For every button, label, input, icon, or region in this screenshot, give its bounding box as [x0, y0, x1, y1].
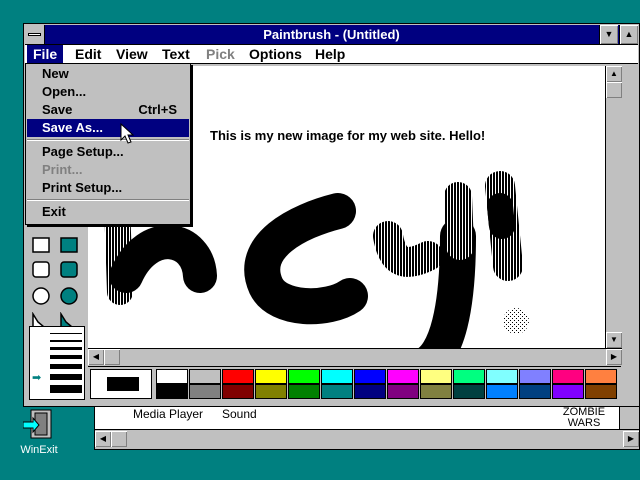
color-swatch[interactable]: [387, 384, 419, 399]
background-window-scrollbar[interactable]: ◀ ▶: [95, 429, 639, 449]
menu-file[interactable]: File: [27, 45, 64, 64]
line-width-selector[interactable]: ➡: [29, 326, 85, 400]
color-swatch[interactable]: [486, 369, 518, 384]
color-swatch[interactable]: [486, 384, 518, 399]
media-player-label[interactable]: Media Player: [133, 407, 203, 421]
filled-rounded-box-icon: [60, 261, 78, 278]
menu-bar: File Edit View Text Pick Options Help: [25, 45, 638, 64]
menu-separator: [27, 139, 189, 141]
rounded-box-tool[interactable]: [30, 260, 54, 282]
filled-circle-icon: [60, 287, 78, 305]
line-width-option[interactable]: [50, 333, 82, 334]
color-swatch[interactable]: [189, 384, 221, 399]
vertical-scrollbar[interactable]: ▲ ▼: [605, 66, 622, 348]
save-shortcut: Ctrl+S: [138, 102, 177, 117]
menu-options[interactable]: Options: [243, 45, 308, 64]
color-swatch[interactable]: [156, 384, 188, 399]
winexit-desktop-icon[interactable]: WinExit: [14, 408, 64, 458]
color-swatch[interactable]: [420, 384, 452, 399]
sound-label[interactable]: Sound: [222, 407, 257, 421]
scroll-left-button[interactable]: ◀: [95, 431, 111, 447]
color-swatch[interactable]: [420, 369, 452, 384]
line-width-option[interactable]: [50, 385, 82, 393]
color-swatch[interactable]: [453, 384, 485, 399]
color-swatch[interactable]: [585, 369, 617, 384]
filled-box-icon: [60, 237, 78, 253]
scroll-thumb[interactable]: [111, 431, 127, 447]
color-swatch[interactable]: [354, 384, 386, 399]
file-menu-dropdown: New Open... Save Ctrl+S Save As... Page S…: [25, 63, 191, 225]
line-width-option[interactable]: [50, 340, 82, 342]
color-swatch[interactable]: [453, 369, 485, 384]
color-swatch[interactable]: [519, 384, 551, 399]
horizontal-scroll-thumb[interactable]: [104, 349, 120, 365]
color-swatch[interactable]: [288, 369, 320, 384]
horizontal-scrollbar[interactable]: ◀ ▶: [88, 348, 622, 365]
box-icon: [32, 237, 50, 253]
color-palette: [88, 366, 621, 400]
scroll-down-button[interactable]: ▼: [606, 332, 622, 348]
circle-icon: [32, 287, 50, 305]
scroll-left-button[interactable]: ◀: [88, 349, 104, 365]
menu-item-open[interactable]: Open...: [27, 83, 189, 101]
winexit-label: WinExit: [20, 444, 58, 456]
menu-item-print[interactable]: Print...: [27, 161, 189, 179]
box-tool[interactable]: [30, 236, 54, 258]
door-exit-icon: [23, 409, 52, 439]
color-swatch[interactable]: [552, 369, 584, 384]
color-swatch[interactable]: [222, 384, 254, 399]
color-swatch[interactable]: [519, 369, 551, 384]
line-width-option[interactable]: [50, 374, 82, 380]
title-bar[interactable]: Paintbrush - (Untitled) ▼ ▲: [25, 25, 638, 45]
scroll-right-button[interactable]: ▶: [623, 431, 639, 447]
color-swatch[interactable]: [189, 369, 221, 384]
vertical-scroll-thumb[interactable]: [606, 82, 622, 98]
foreground-color: [107, 377, 139, 391]
menu-item-new[interactable]: New: [27, 65, 189, 83]
selected-width-arrow-icon: ➡: [32, 372, 42, 384]
circle-tool[interactable]: [30, 286, 54, 308]
window-title: Paintbrush - (Untitled): [263, 27, 400, 42]
menu-item-print-setup[interactable]: Print Setup...: [27, 179, 189, 197]
scroll-right-button[interactable]: ▶: [606, 349, 622, 365]
menu-view[interactable]: View: [110, 45, 154, 64]
rounded-box-icon: [32, 261, 50, 278]
zombie-wars-label[interactable]: ZOMBIE WARS: [560, 407, 608, 429]
color-swatch[interactable]: [585, 384, 617, 399]
mouse-pointer-icon: [120, 123, 134, 144]
maximize-button[interactable]: ▲: [619, 25, 638, 44]
menu-pick[interactable]: Pick: [200, 45, 241, 64]
menu-edit[interactable]: Edit: [69, 45, 107, 64]
color-swatch[interactable]: [387, 369, 419, 384]
current-colors-indicator: [90, 369, 152, 399]
color-swatch[interactable]: [255, 384, 287, 399]
menu-help[interactable]: Help: [309, 45, 351, 64]
color-swatch[interactable]: [552, 384, 584, 399]
filled-circle-tool[interactable]: [58, 286, 82, 308]
menu-separator: [27, 199, 189, 201]
menu-text[interactable]: Text: [156, 45, 196, 64]
color-swatch[interactable]: [321, 369, 353, 384]
color-swatch[interactable]: [255, 369, 287, 384]
color-swatch[interactable]: [321, 384, 353, 399]
line-width-option[interactable]: [50, 347, 82, 350]
scroll-up-button[interactable]: ▲: [606, 66, 622, 82]
minimize-button[interactable]: ▼: [599, 25, 618, 44]
background-program-group-window: Media Player Sound ZOMBIE WARS ◀ ▶: [94, 404, 640, 450]
menu-item-page-setup[interactable]: Page Setup...: [27, 143, 189, 161]
color-swatch[interactable]: [288, 384, 320, 399]
menu-item-exit[interactable]: Exit: [27, 203, 189, 221]
line-width-option[interactable]: [50, 364, 82, 369]
line-width-option[interactable]: [50, 355, 82, 359]
filled-box-tool[interactable]: [58, 236, 82, 258]
background-window-edge: [619, 405, 639, 429]
color-swatch[interactable]: [222, 369, 254, 384]
color-swatch[interactable]: [156, 369, 188, 384]
color-swatch[interactable]: [354, 369, 386, 384]
menu-item-save-as[interactable]: Save As...: [27, 119, 189, 137]
filled-rounded-box-tool[interactable]: [58, 260, 82, 282]
menu-item-save[interactable]: Save Ctrl+S: [27, 101, 189, 119]
